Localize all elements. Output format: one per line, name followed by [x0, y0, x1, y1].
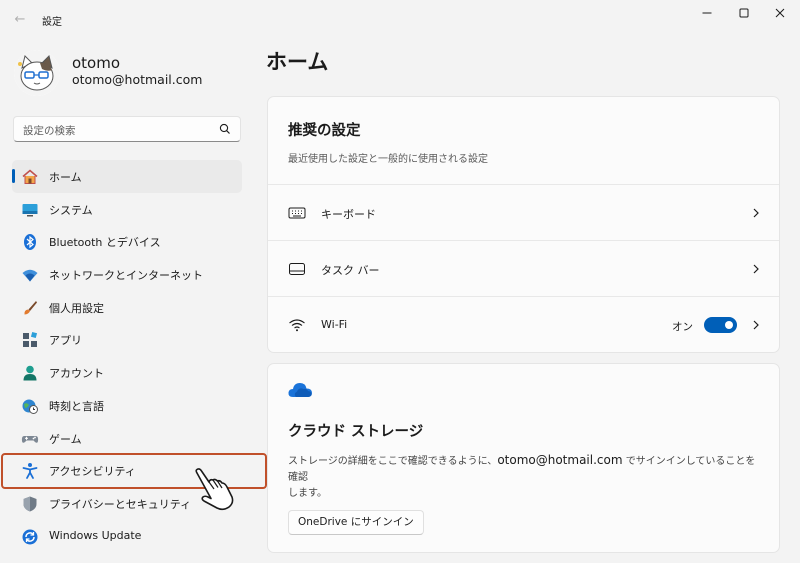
row-label: Wi-Fi — [321, 318, 348, 331]
gamepad-icon — [21, 430, 39, 448]
sidebar-item-label: アプリ — [49, 334, 82, 348]
sidebar-item-bluetooth[interactable]: Bluetooth とデバイス — [12, 225, 242, 258]
sidebar-item-label: システム — [49, 203, 93, 217]
avatar[interactable] — [14, 50, 60, 96]
desc-text: ストレージの詳細をここで確認できるように、 — [288, 456, 498, 467]
back-button[interactable]: ← — [10, 10, 30, 30]
sidebar-item-network[interactable]: ネットワークとインターネット — [12, 258, 242, 291]
wifi-icon — [288, 317, 306, 333]
keyboard-icon — [288, 205, 306, 221]
bluetooth-icon — [21, 233, 39, 251]
chevron-right-icon — [753, 264, 759, 274]
card-title: クラウド ストレージ — [288, 424, 424, 440]
search-placeholder: 設定の検索 — [23, 125, 76, 137]
sidebar-item-label: ホーム — [49, 171, 82, 184]
title-bar: ← 設定 — [0, 0, 800, 40]
card-subtitle: 最近使用した設定と一般的に使用される設定 — [288, 154, 488, 165]
sidebar-item-time-language[interactable]: 時刻と言語 — [12, 389, 242, 422]
sidebar-item-system[interactable]: システム — [12, 193, 242, 226]
cloud-storage-card: クラウド ストレージ ストレージの詳細をここで確認できるように、otomo@ho… — [267, 363, 780, 553]
monitor-icon — [21, 201, 39, 219]
minimize-button[interactable] — [690, 4, 724, 22]
wifi-icon — [21, 266, 39, 284]
wifi-toggle[interactable] — [704, 317, 737, 333]
sidebar-item-accounts[interactable]: アカウント — [12, 356, 242, 389]
user-name: otomo — [72, 54, 121, 72]
selection-indicator — [12, 169, 15, 183]
taskbar-row[interactable]: タスク バー — [268, 240, 779, 296]
sidebar-item-apps[interactable]: アプリ — [12, 323, 242, 356]
recommended-settings-card: 推奨の設定 最近使用した設定と一般的に使用される設定 キーボード タスク バー … — [267, 96, 780, 353]
card-title: 推奨の設定 — [288, 123, 361, 139]
chevron-right-icon — [753, 208, 759, 218]
keyboard-row[interactable]: キーボード — [268, 184, 779, 240]
brush-icon — [21, 299, 39, 317]
cloud-icon — [288, 383, 312, 397]
pointer-hand-icon — [195, 468, 234, 511]
search-icon[interactable] — [218, 122, 232, 136]
taskbar-icon — [288, 261, 306, 277]
sidebar-item-label: 個人用設定 — [49, 301, 104, 315]
apps-icon — [21, 331, 39, 349]
sidebar-item-label: ネットワークとインターネット — [49, 269, 203, 283]
wifi-row[interactable]: Wi-Fi オン — [268, 296, 779, 352]
sidebar-item-label: 時刻と言語 — [49, 399, 104, 413]
globe-clock-icon — [21, 397, 39, 415]
card-description: ストレージの詳細をここで確認できるように、otomo@hotmail.com で… — [288, 451, 758, 502]
row-label: タスク バー — [321, 264, 380, 277]
maximize-button[interactable] — [727, 4, 761, 22]
sidebar-item-label: ゲーム — [49, 432, 82, 446]
close-button[interactable] — [763, 4, 797, 22]
desc-text: します。 — [288, 488, 327, 500]
toggle-state-label: オン — [672, 321, 693, 333]
sidebar-item-label: Bluetooth とデバイス — [49, 236, 161, 250]
toggle-knob — [725, 321, 733, 329]
maximize-icon — [739, 8, 749, 18]
sidebar-item-gaming[interactable]: ゲーム — [12, 422, 242, 455]
sidebar-item-label: プライバシーとセキュリティ — [49, 497, 192, 511]
desc-email: otomo@hotmail.com — [497, 453, 623, 467]
person-icon — [21, 364, 39, 382]
home-icon — [21, 168, 39, 186]
sidebar-item-windows-update[interactable]: Windows Update — [12, 520, 242, 553]
update-icon — [21, 528, 39, 546]
close-icon — [775, 8, 785, 18]
row-label: キーボード — [321, 208, 376, 221]
sidebar-item-home[interactable]: ホーム — [12, 160, 242, 193]
sidebar-item-label: Windows Update — [49, 528, 142, 542]
search-input[interactable]: 設定の検索 — [13, 116, 241, 142]
onedrive-signin-button[interactable]: OneDrive にサインイン — [288, 510, 424, 535]
page-title: ホーム — [266, 50, 329, 74]
sidebar-item-label: アカウント — [49, 367, 104, 381]
shield-icon — [21, 495, 39, 513]
sidebar-item-personalization[interactable]: 個人用設定 — [12, 291, 242, 324]
minimize-icon — [702, 12, 712, 14]
app-title: 設定 — [42, 17, 62, 28]
cat-avatar-icon — [14, 50, 60, 96]
user-profile[interactable]: otomo otomo@hotmail.com — [12, 48, 252, 98]
user-email: otomo@hotmail.com — [72, 72, 203, 87]
chevron-right-icon — [753, 320, 759, 330]
